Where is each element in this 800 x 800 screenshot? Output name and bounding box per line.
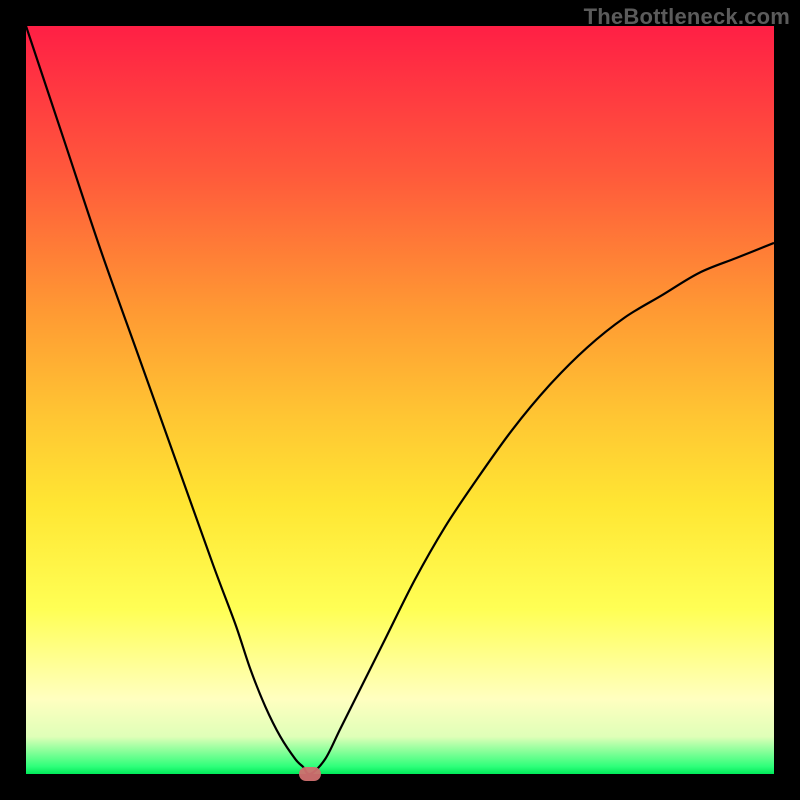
chart-frame: TheBottleneck.com [0,0,800,800]
plot-area [26,26,774,774]
optimal-point-marker [299,767,321,781]
bottleneck-curve [26,26,774,774]
watermark-text: TheBottleneck.com [584,4,790,30]
